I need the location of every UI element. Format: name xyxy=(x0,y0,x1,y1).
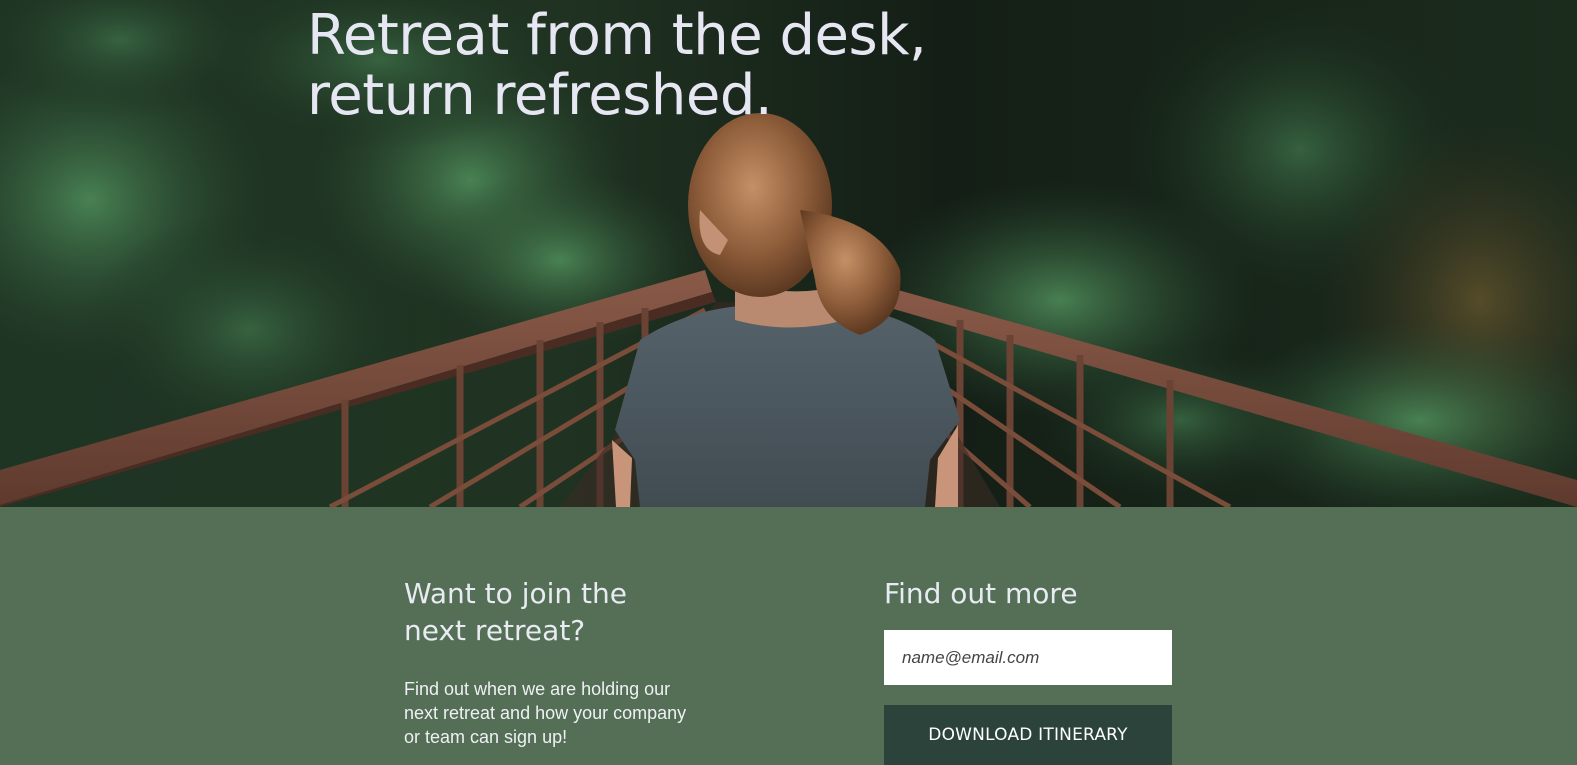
hero-section: Retreat from the desk, return refreshed. xyxy=(0,0,1577,507)
find-out-heading: Find out more xyxy=(884,577,1078,610)
join-column: Want to join the next retreat? Find out … xyxy=(404,575,704,749)
hero-title-line-2: return refreshed. xyxy=(307,63,773,128)
download-itinerary-button[interactable]: DOWNLOAD ITINERARY xyxy=(884,705,1172,765)
join-heading: Want to join the next retreat? xyxy=(404,577,627,647)
hero-title-line-1: Retreat from the desk, xyxy=(307,3,927,68)
hero-title: Retreat from the desk, return refreshed. xyxy=(307,3,927,128)
email-input[interactable] xyxy=(884,630,1172,685)
find-out-column: Find out more DOWNLOAD ITINERARY xyxy=(884,575,1174,765)
signup-section: Want to join the next retreat? Find out … xyxy=(0,507,1577,765)
join-description: Find out when we are holding our next re… xyxy=(404,679,687,747)
